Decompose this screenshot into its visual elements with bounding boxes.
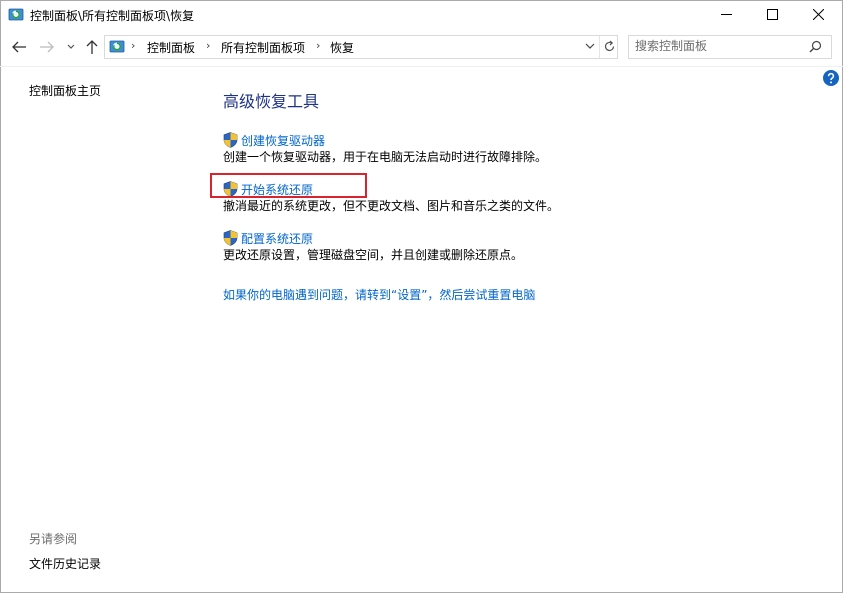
chevron-down-icon[interactable] — [585, 40, 595, 52]
configure-system-restore-description: 更改还原设置，管理磁盘空间，并且创建或删除还原点。 — [223, 248, 524, 262]
breadcrumb-control-panel[interactable]: 控制面板 — [147, 39, 195, 56]
refresh-icon — [604, 40, 615, 52]
page-title: 高级恢复工具 — [223, 92, 320, 111]
create-recovery-drive-label[interactable]: 创建恢复驱动器 — [241, 132, 325, 149]
task-create-recovery-drive: 创建恢复驱动器 创建一个恢复驱动器，用于在电脑无法启动时进行故障排除。 — [223, 131, 547, 165]
task-configure-system-restore: 配置系统还原 更改还原设置，管理磁盘空间，并且创建或删除还原点。 — [223, 229, 523, 263]
minimize-button[interactable] — [703, 0, 749, 30]
maximize-icon — [767, 9, 778, 20]
configure-system-restore-link[interactable]: 配置系统还原 — [223, 229, 523, 247]
divider — [0, 66, 843, 67]
control-panel-recovery-icon — [8, 8, 24, 21]
start-system-restore-description: 撤消最近的系统更改，但不更改文档、图片和音乐之类的文件。 — [223, 199, 560, 213]
breadcrumb-separator-icon[interactable]: › — [131, 39, 135, 52]
forward-arrow-icon[interactable] — [38, 37, 56, 57]
highlight-box — [210, 173, 367, 198]
refresh-button[interactable] — [599, 36, 618, 58]
recent-locations-chevron-icon[interactable] — [66, 37, 76, 57]
uac-shield-icon — [223, 230, 238, 246]
breadcrumb-recovery[interactable]: 恢复 — [330, 39, 354, 56]
create-recovery-drive-description: 创建一个恢复驱动器，用于在电脑无法启动时进行故障排除。 — [223, 150, 548, 164]
search-box[interactable] — [628, 35, 832, 59]
create-recovery-drive-link[interactable]: 创建恢复驱动器 — [223, 131, 547, 149]
uac-shield-icon — [223, 132, 238, 148]
maximize-button[interactable] — [749, 0, 795, 30]
address-bar[interactable]: › 控制面板 › 所有控制面板项 › 恢复 — [104, 35, 618, 59]
title-bar[interactable]: 控制面板\所有控制面板项\恢复 — [0, 0, 843, 30]
configure-system-restore-label[interactable]: 配置系统还原 — [241, 230, 313, 247]
breadcrumb-separator-icon[interactable]: › — [206, 39, 210, 52]
minimize-icon — [721, 14, 732, 15]
close-icon — [813, 9, 824, 20]
reset-pc-link[interactable]: 如果你的电脑遇到问题，请转到“设置”，然后尝试重置电脑 — [223, 286, 535, 303]
control-panel-home-link[interactable]: 控制面板主页 — [29, 82, 101, 99]
file-history-link[interactable]: 文件历史记录 — [29, 555, 101, 572]
navigation-bar: › 控制面板 › 所有控制面板项 › 恢复 — [0, 33, 843, 61]
up-arrow-icon[interactable] — [84, 37, 100, 57]
control-panel-recovery-icon — [109, 40, 125, 53]
see-also-label: 另请参阅 — [29, 532, 78, 546]
close-button[interactable] — [795, 0, 841, 30]
search-input[interactable] — [635, 38, 795, 54]
breadcrumb-separator-icon[interactable]: › — [316, 39, 320, 52]
back-arrow-icon[interactable] — [10, 37, 28, 57]
breadcrumb-all-items[interactable]: 所有控制面板项 — [221, 39, 305, 56]
help-icon[interactable] — [823, 70, 839, 86]
window-title: 控制面板\所有控制面板项\恢复 — [30, 9, 195, 23]
search-icon[interactable] — [809, 40, 822, 53]
